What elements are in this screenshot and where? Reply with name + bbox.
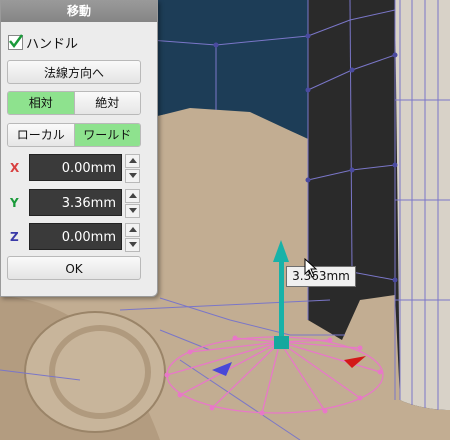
handle-label: ハンドル — [26, 36, 79, 52]
normal-direction-button[interactable]: 法線方向へ — [7, 60, 141, 84]
pillar-lit-face — [395, 0, 450, 410]
x-label: X — [10, 161, 20, 175]
checkmark-icon — [9, 33, 24, 48]
down-triangle-icon — [129, 242, 137, 247]
x-decrement[interactable] — [125, 169, 140, 183]
y-spinner[interactable] — [125, 189, 140, 218]
z-decrement[interactable] — [125, 238, 140, 252]
z-label: Z — [10, 230, 19, 244]
x-spinner[interactable] — [125, 154, 140, 183]
local-option[interactable]: ローカル — [8, 124, 74, 146]
world-option[interactable]: ワールド — [73, 124, 140, 146]
x-value-field[interactable]: 0.00mm — [29, 154, 122, 181]
down-triangle-icon — [129, 173, 137, 178]
space-segment: ローカル ワールド — [7, 123, 141, 147]
y-row: Y 3.36mm — [1, 189, 157, 218]
handle-checkbox-row[interactable]: ハンドル — [8, 33, 79, 52]
x-increment[interactable] — [125, 154, 140, 168]
z-increment[interactable] — [125, 223, 140, 237]
up-triangle-icon — [129, 227, 137, 232]
z-row: Z 0.00mm — [1, 223, 157, 252]
ok-button[interactable]: OK — [7, 256, 141, 280]
relative-option[interactable]: 相対 — [8, 92, 74, 114]
mode-segment: 相対 絶対 — [7, 91, 141, 115]
z-spinner[interactable] — [125, 223, 140, 252]
up-triangle-icon — [129, 193, 137, 198]
up-triangle-icon — [129, 158, 137, 163]
move-dialog: 移動 ハンドル 法線方向へ 相対 絶対 ローカル ワールド X 0.00mm Y… — [0, 0, 158, 297]
mouse-cursor-icon — [304, 258, 318, 278]
handle-checkbox[interactable] — [8, 33, 24, 50]
absolute-option[interactable]: 絶対 — [73, 92, 140, 114]
y-decrement[interactable] — [125, 204, 140, 218]
y-value-field[interactable]: 3.36mm — [29, 189, 122, 216]
y-label: Y — [10, 196, 19, 210]
y-increment[interactable] — [125, 189, 140, 203]
dialog-title: 移動 — [1, 0, 157, 22]
value-tooltip: 3.363mm — [286, 266, 356, 287]
z-value-field[interactable]: 0.00mm — [29, 223, 122, 250]
x-row: X 0.00mm — [1, 154, 157, 183]
down-triangle-icon — [129, 208, 137, 213]
